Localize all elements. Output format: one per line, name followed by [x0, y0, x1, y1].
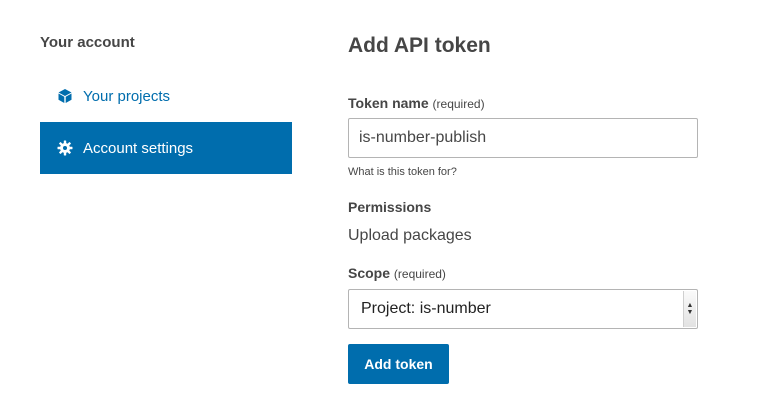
- page: Your account Your projects Account setti…: [0, 0, 779, 404]
- sidebar-item-account-settings[interactable]: Account settings: [40, 122, 292, 174]
- sidebar-item-your-projects[interactable]: Your projects: [40, 70, 292, 122]
- scope-selected-value: Project: is-number: [361, 300, 491, 317]
- gear-icon: [57, 140, 73, 156]
- add-token-button[interactable]: Add token: [348, 344, 449, 384]
- sidebar-item-label: Your projects: [83, 87, 170, 105]
- sidebar-heading: Your account: [40, 34, 135, 51]
- permissions-value: Upload packages: [348, 227, 472, 244]
- token-name-input[interactable]: [348, 118, 698, 158]
- permissions-label: Permissions: [348, 199, 432, 215]
- token-name-label: Token name (required): [348, 95, 485, 111]
- token-name-help: What is this token for?: [348, 166, 457, 178]
- page-title: Add API token: [348, 34, 491, 57]
- scope-select[interactable]: Project: is-number ▲ ▼: [348, 289, 698, 329]
- scope-label-text: Scope: [348, 265, 391, 281]
- scope-label: Scope (required): [348, 265, 446, 281]
- cube-icon: [57, 88, 73, 104]
- sidebar-item-label: Account settings: [83, 139, 194, 157]
- select-arrows-icon: ▲ ▼: [683, 291, 696, 327]
- required-note: (required): [432, 97, 485, 111]
- token-name-label-text: Token name: [348, 95, 429, 111]
- required-note: (required): [393, 267, 446, 281]
